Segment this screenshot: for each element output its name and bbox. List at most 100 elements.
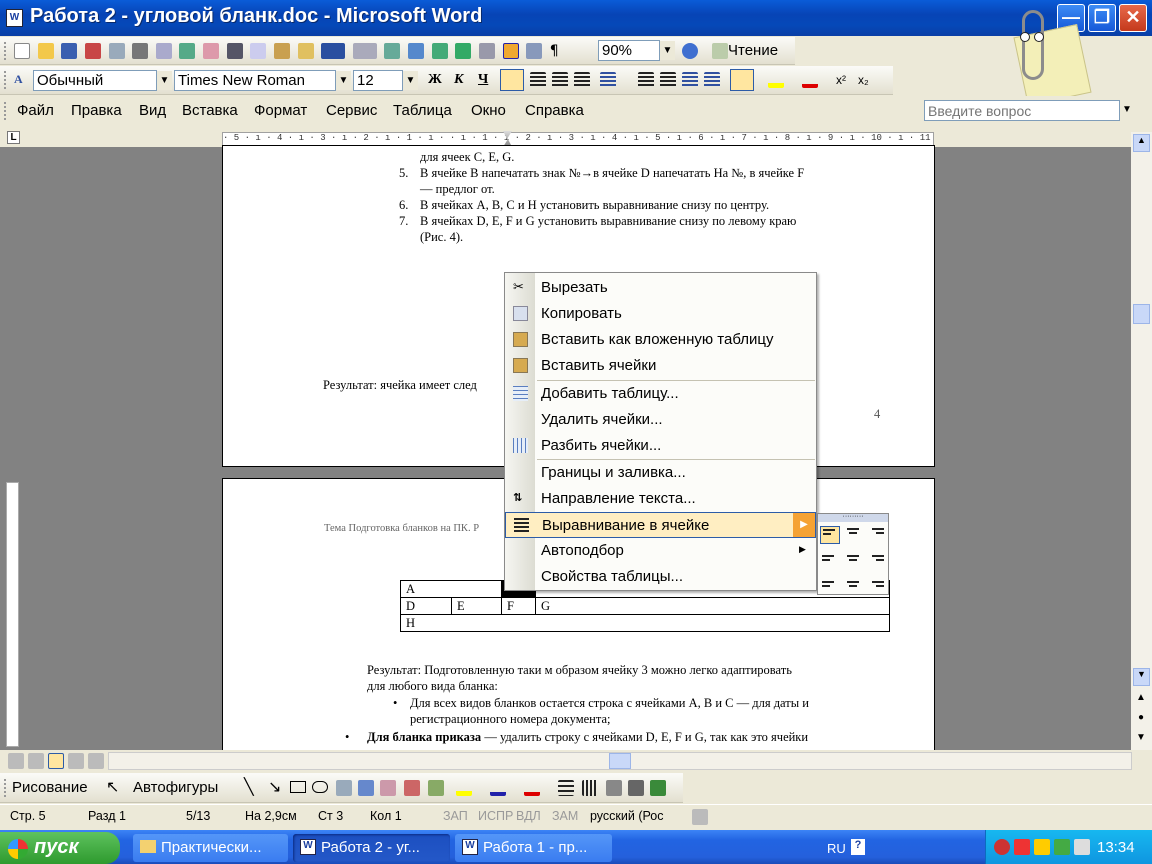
tray-network-icon[interactable] xyxy=(1074,839,1090,855)
clock[interactable]: 13:34 xyxy=(1097,839,1135,856)
highlight-icon[interactable] xyxy=(768,72,784,88)
ask-question-input[interactable] xyxy=(924,100,1120,121)
menu-table-properties[interactable]: Свойства таблицы... xyxy=(505,564,816,590)
font-size-box[interactable]: 12 xyxy=(353,70,403,91)
arrow-style-icon[interactable] xyxy=(606,780,622,796)
spelling-icon[interactable] xyxy=(179,42,196,59)
menu-text-direction[interactable]: ⇅ Направление текста... xyxy=(505,486,816,512)
task-button-3[interactable]: Работа 1 - пр... xyxy=(455,834,612,862)
scroll-down-button[interactable]: ▼ xyxy=(1133,668,1150,686)
drawing-icon[interactable] xyxy=(502,42,519,59)
menu-cut[interactable]: ✂ Вырезать xyxy=(505,275,816,301)
menu-split-cells[interactable]: Разбить ячейки... xyxy=(505,433,816,459)
menu-edit[interactable]: Правка xyxy=(71,102,122,119)
print-preview-icon[interactable] xyxy=(155,42,172,59)
cell-e[interactable]: E xyxy=(457,598,465,614)
menu-tools[interactable]: Сервис xyxy=(326,102,377,119)
title-bar[interactable]: W Работа 2 - угловой бланк.doc - Microso… xyxy=(0,0,1152,36)
increase-indent-icon[interactable] xyxy=(704,72,720,88)
line-color-icon[interactable] xyxy=(490,780,506,796)
insert-excel-icon[interactable] xyxy=(455,42,472,59)
new-doc-icon[interactable] xyxy=(14,42,30,59)
tables-borders-icon[interactable] xyxy=(408,42,424,59)
align-center-icon[interactable] xyxy=(530,72,546,88)
status-rec[interactable]: ЗАП xyxy=(443,809,468,823)
justify-icon[interactable] xyxy=(574,72,590,88)
line-icon[interactable]: ╲ xyxy=(244,777,254,796)
menu-borders-shading[interactable]: Границы и заливка... xyxy=(505,460,816,486)
help-icon[interactable] xyxy=(682,43,698,59)
superscript-button[interactable]: x² xyxy=(836,73,846,87)
cell-f[interactable]: F xyxy=(507,598,514,614)
autoshapes-button[interactable]: Автофигуры xyxy=(133,779,218,796)
toolbar-grip[interactable] xyxy=(4,71,7,89)
arrow-icon[interactable]: ↘ xyxy=(268,777,281,796)
menu-grip[interactable] xyxy=(4,102,7,120)
style-dropdown[interactable]: ▼ xyxy=(157,71,172,90)
align-top-left[interactable] xyxy=(820,526,840,544)
textbox-icon[interactable] xyxy=(336,780,352,796)
align-left-button[interactable] xyxy=(500,69,524,91)
copy-icon[interactable] xyxy=(250,42,267,59)
paste-icon[interactable] xyxy=(273,42,290,59)
italic-button[interactable]: К xyxy=(454,72,464,88)
bullets-icon[interactable] xyxy=(660,72,676,88)
outline-view-icon[interactable] xyxy=(68,753,84,769)
menu-paste-cells[interactable]: Вставить ячейки xyxy=(505,353,816,379)
select-objects-icon[interactable]: ↖ xyxy=(106,777,119,796)
print-icon[interactable] xyxy=(132,42,149,59)
browse-object-button[interactable]: ● xyxy=(1138,712,1144,723)
subscript-button[interactable]: x₂ xyxy=(858,73,869,87)
scroll-thumb[interactable] xyxy=(1133,304,1150,324)
document-map-icon[interactable] xyxy=(526,42,543,59)
task-button-2[interactable]: Работа 2 - уг... xyxy=(293,834,450,862)
open-icon[interactable] xyxy=(37,42,54,59)
bold-button[interactable]: Ж xyxy=(428,72,442,88)
align-bottom-right[interactable] xyxy=(866,572,886,590)
line-style-icon[interactable] xyxy=(558,780,574,796)
font-size-dropdown[interactable]: ▼ xyxy=(403,71,418,90)
vertical-scrollbar[interactable]: ▲ ▼ ▲ ● ▼ xyxy=(1131,132,1152,750)
reading-button[interactable]: Чтение xyxy=(728,42,778,59)
toolbar-grip[interactable] xyxy=(4,42,7,60)
font-color-draw-icon[interactable] xyxy=(524,780,540,796)
vertical-ruler[interactable] xyxy=(6,482,19,747)
tray-security-icon[interactable] xyxy=(1014,839,1030,855)
language-indicator[interactable]: RU xyxy=(827,841,846,856)
align-middle-right[interactable] xyxy=(866,550,886,568)
cell-a[interactable]: A xyxy=(406,581,415,597)
menu-paste-nested[interactable]: Вставить как вложенную таблицу xyxy=(505,327,816,353)
reading-icon[interactable] xyxy=(712,43,728,59)
format-painter-icon[interactable] xyxy=(297,42,314,59)
task-button-1[interactable]: Практически... xyxy=(133,834,288,862)
tray-icon-1[interactable] xyxy=(994,839,1010,855)
font-color-icon[interactable] xyxy=(802,72,818,88)
numbering-icon[interactable] xyxy=(638,72,654,88)
maximize-button[interactable]: ❐ xyxy=(1088,4,1116,32)
align-right-icon[interactable] xyxy=(552,72,568,88)
decrease-indent-icon[interactable] xyxy=(682,72,698,88)
align-middle-center[interactable] xyxy=(843,550,863,568)
tab-selector[interactable]: L xyxy=(7,131,20,144)
web-view-icon[interactable] xyxy=(28,753,44,769)
columns-icon[interactable] xyxy=(478,42,495,59)
menu-table[interactable]: Таблица xyxy=(393,102,452,119)
show-formatting-icon[interactable]: ¶ xyxy=(550,43,566,59)
align-middle-left[interactable] xyxy=(820,550,840,568)
underline-button[interactable]: Ч xyxy=(478,72,488,88)
align-bottom-center[interactable] xyxy=(843,572,863,590)
status-ext[interactable]: ВДЛ xyxy=(516,809,541,823)
research-icon[interactable] xyxy=(203,42,219,59)
next-page-button[interactable]: ▼ xyxy=(1136,732,1146,743)
align-top-right[interactable] xyxy=(866,526,886,544)
menu-copy[interactable]: Копировать xyxy=(505,301,816,327)
toolbar-grip[interactable] xyxy=(4,779,7,797)
line-spacing-icon[interactable] xyxy=(600,72,616,88)
styles-pane-icon[interactable]: A xyxy=(14,72,30,88)
horizontal-scrollbar[interactable] xyxy=(108,752,1132,770)
diagram-icon[interactable] xyxy=(380,780,396,796)
3d-style-icon[interactable] xyxy=(650,780,666,796)
tray-icon-4[interactable] xyxy=(1054,839,1070,855)
email-icon[interactable] xyxy=(108,42,125,59)
scroll-up-button[interactable]: ▲ xyxy=(1133,134,1150,152)
